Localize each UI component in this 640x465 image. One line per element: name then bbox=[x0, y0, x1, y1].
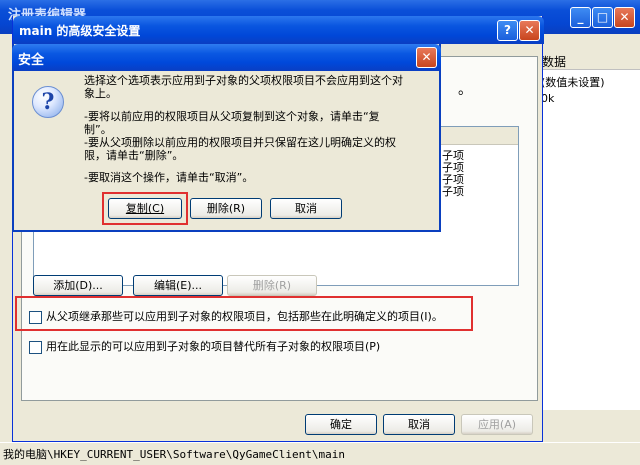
add-button[interactable]: 添加(D)... bbox=[33, 275, 123, 296]
value-data-0k[interactable]: 0k bbox=[541, 92, 554, 105]
inherit-permissions-checkbox-row[interactable]: 从父项继承那些可以应用到子对象的权限项目，包括那些在此明确定义的项目(I)。 bbox=[29, 308, 443, 324]
message-line: -要取消这个操作，请单击“取消”。 bbox=[84, 171, 254, 184]
message-line: 象上。 bbox=[84, 87, 117, 100]
cancel-button[interactable]: 取消 bbox=[383, 414, 455, 435]
data-column-header[interactable]: 数据 bbox=[540, 50, 640, 70]
message-line: -要从父项删除以前应用的权限项目并只保留在这儿明确定义的权 bbox=[84, 136, 396, 149]
question-icon: ? bbox=[32, 86, 64, 118]
message-box-title-bar: 安全 ✕ bbox=[12, 44, 441, 71]
replace-permissions-checkbox[interactable] bbox=[29, 340, 42, 354]
apply-button[interactable]: 应用(A) bbox=[461, 414, 533, 435]
message-line: 选择这个选项表示应用到子对象的父项权限项目不会应用到这个对 bbox=[84, 74, 403, 87]
ok-button[interactable]: 确定 bbox=[305, 414, 377, 435]
security-message-box: 安全 ✕ ? 选择这个选项表示应用到子对象的父项权限项目不会应用到这个对 象上。… bbox=[12, 44, 441, 232]
message-line: -要将以前应用的权限项目从父项复制到这个对象，请单击“复 bbox=[84, 110, 380, 123]
inherit-permissions-label: 从父项继承那些可以应用到子对象的权限项目，包括那些在此明确定义的项目(I)。 bbox=[46, 310, 443, 323]
value-data-default[interactable]: (数值未设置) bbox=[541, 74, 605, 90]
partial-description-text: 。 bbox=[458, 82, 472, 98]
minimize-button[interactable]: _ bbox=[570, 7, 591, 28]
remove-entry-button[interactable]: 删除(R) bbox=[227, 275, 317, 296]
message-box-title: 安全 bbox=[18, 53, 45, 68]
replace-permissions-checkbox-row[interactable]: 用在此显示的可以应用到子对象的项目替代所有子对象的权限项目(P) bbox=[29, 338, 380, 354]
advanced-dialog-title: main 的高级安全设置 bbox=[19, 24, 141, 38]
inherit-permissions-checkbox[interactable] bbox=[29, 310, 42, 324]
status-bar: 我的电脑\HKEY_CURRENT_USER\Software\QyGameCl… bbox=[0, 442, 640, 465]
message-box-close-button[interactable]: ✕ bbox=[416, 47, 437, 68]
regedit-close-button[interactable]: ✕ bbox=[614, 7, 635, 28]
message-line: 制”。 bbox=[84, 123, 112, 136]
copy-button-label: 复制(C) bbox=[125, 202, 165, 215]
replace-permissions-label: 用在此显示的可以应用到子对象的项目替代所有子对象的权限项目(P) bbox=[46, 340, 381, 353]
copy-button[interactable]: 复制(C) bbox=[108, 198, 182, 219]
message-line: 限，请单击“删除”。 bbox=[84, 149, 184, 162]
advanced-dialog-title-bar: main 的高级安全设置 ? ✕ bbox=[13, 16, 544, 44]
advanced-dialog-close-button[interactable]: ✕ bbox=[519, 20, 540, 41]
message-cancel-button[interactable]: 取消 bbox=[270, 198, 342, 219]
maximize-button[interactable]: □ bbox=[592, 7, 613, 28]
edit-button[interactable]: 编辑(E)... bbox=[133, 275, 223, 296]
message-remove-button[interactable]: 删除(R) bbox=[190, 198, 262, 219]
list-item[interactable]: 子项 bbox=[442, 183, 464, 199]
help-button[interactable]: ? bbox=[497, 20, 518, 41]
regedit-value-pane: (数值未设置) 0k bbox=[540, 50, 640, 410]
